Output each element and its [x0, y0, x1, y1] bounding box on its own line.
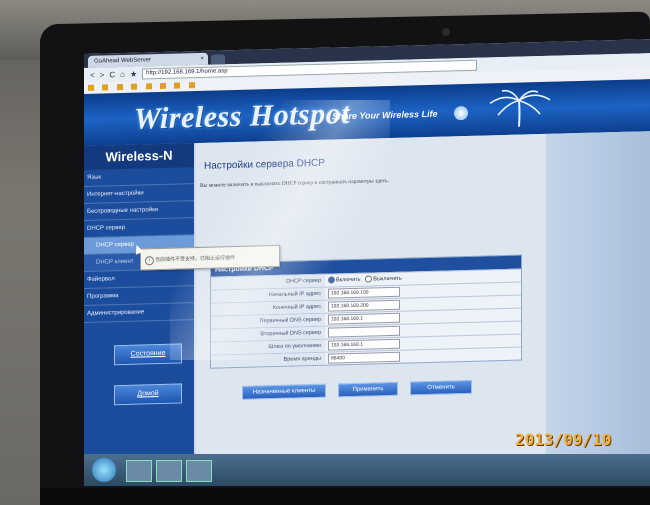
bookmark-item[interactable] [131, 83, 140, 90]
bookmark-item[interactable] [159, 82, 169, 90]
start-button[interactable] [92, 458, 116, 482]
end-ip-input[interactable]: 192.168.169.200 [328, 299, 400, 312]
brand-logo: Wireless Hotspot [134, 97, 351, 136]
tab-title: GoAhead WebServer [94, 57, 151, 65]
tab-close-icon[interactable]: × [200, 53, 204, 65]
bookmark-folder-icon [131, 83, 138, 90]
photo-scene: GoAhead WebServer × < > C ⌂ ★ http://192… [0, 0, 650, 505]
bookmark-folder-icon [145, 83, 152, 90]
primary-dns-input[interactable]: 192.168.169.1 [328, 312, 400, 325]
laptop-screen: GoAhead WebServer × < > C ⌂ ★ http://192… [84, 39, 650, 486]
sidebar-item-administration[interactable]: Администрирование [84, 303, 194, 323]
main-content: Настройки сервера DHCP Вы можете включат… [196, 133, 546, 484]
bookmark-item[interactable] [116, 83, 126, 91]
info-icon: i [145, 256, 154, 266]
disable-radio[interactable] [365, 275, 373, 283]
taskbar-browser-icon[interactable] [156, 460, 182, 482]
forward-icon[interactable]: > [100, 70, 105, 79]
lease-time-input[interactable]: 86400 [328, 351, 400, 364]
windows-taskbar [84, 454, 650, 486]
status-button[interactable]: Состояние [114, 343, 182, 366]
tooltip-text: 当前插件不受支持，已阻止运行插件 [155, 255, 236, 264]
laptop-base [40, 488, 650, 505]
taskbar-explorer-icon[interactable] [126, 460, 152, 482]
plugin-blocked-tooltip: i 当前插件不受支持，已阻止运行插件 [140, 244, 280, 271]
sidebar-menu: Wireless-N Язык Интернет-настройки Беспр… [84, 143, 194, 486]
webcam [442, 28, 450, 36]
home-button[interactable]: Домой [114, 383, 182, 406]
bookmark-folder-icon [88, 84, 94, 91]
photo-date-stamp: 2013/09/10 [515, 430, 612, 449]
bookmark-item[interactable] [88, 84, 97, 91]
bookmark-folder-icon [188, 81, 195, 89]
cancel-button[interactable]: Отменить [410, 379, 472, 396]
apply-button[interactable]: Применить [338, 381, 398, 398]
sidebar-title: Wireless-N [84, 143, 194, 170]
page-title: Настройки сервера DHCP [204, 157, 325, 172]
router-web-page: Wireless Hotspot Share Your Wireless Lif… [84, 79, 650, 486]
disable-radio-label: Выключить [373, 275, 402, 283]
bookmark-item[interactable] [145, 83, 155, 90]
taskbar-app-icon[interactable] [186, 460, 212, 482]
row-label: Время аренды [211, 352, 325, 368]
home-icon[interactable]: ⌂ [120, 69, 125, 78]
reload-icon[interactable]: C [109, 70, 115, 79]
brand-slogan: Share Your Wireless Life [332, 108, 438, 122]
bookmark-item[interactable] [174, 82, 183, 89]
secondary-dns-input[interactable] [328, 325, 400, 338]
enable-radio-label: Включить [336, 276, 361, 284]
dhcp-settings-table: Настройки DHCP DHCP сервер Включить Выкл… [210, 254, 522, 369]
enable-radio[interactable] [328, 276, 335, 284]
bookmark-folder-icon [159, 82, 166, 89]
new-tab-button[interactable] [211, 54, 225, 65]
assigned-clients-button[interactable]: Назначенные клиенты [242, 383, 326, 400]
right-decor-panel [546, 131, 650, 474]
back-icon[interactable]: < [90, 70, 95, 79]
gateway-input[interactable]: 192.168.169.1 [328, 338, 400, 351]
bookmark-folder-icon [102, 84, 109, 91]
bookmark-folder-icon [174, 82, 181, 89]
bookmark-item[interactable] [188, 81, 198, 89]
bookmark-folder-icon [116, 83, 123, 90]
page-description: Вы можете включать и выключать DHCP серв… [200, 178, 389, 189]
bookmark-star-icon[interactable]: ★ [130, 69, 137, 78]
start-ip-input[interactable]: 192.168.169.100 [328, 286, 400, 299]
bookmark-item[interactable] [102, 84, 111, 91]
globe-icon [454, 105, 468, 121]
palm-tree-icon [489, 89, 551, 127]
